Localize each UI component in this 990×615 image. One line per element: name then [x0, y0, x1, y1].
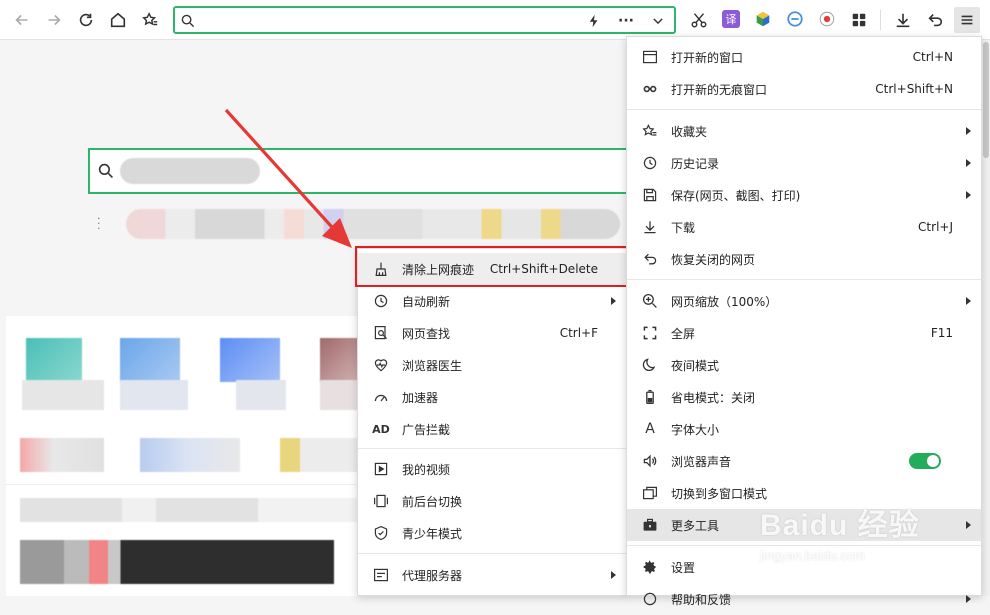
menu-item-power-save[interactable]: 省电模式：关闭: [627, 381, 981, 413]
star-list-icon: [641, 122, 659, 140]
menu-item-label: 收藏夹: [671, 124, 708, 139]
moon-icon: [641, 356, 659, 374]
menu-separator: [627, 109, 981, 110]
menu-item-downloads[interactable]: 下载 Ctrl+J: [627, 211, 981, 243]
menu-item-save[interactable]: 保存(网页、截图、打印): [627, 179, 981, 211]
menu-item-label: 切换到多窗口模式: [671, 486, 768, 501]
menu-item-label: 历史记录: [671, 156, 720, 171]
menu-item-label: 更多工具: [671, 518, 720, 533]
watermark-url: jingyan.baidu.com: [760, 548, 865, 563]
menu-item-shortcut: F11: [930, 326, 953, 340]
menu-item-label: 夜间模式: [671, 358, 720, 373]
incognito-icon: [641, 80, 659, 98]
submenu-arrow-icon: [966, 595, 971, 603]
menu-item-browser-sound[interactable]: 浏览器声音: [627, 445, 981, 477]
menu-item-label: 全屏: [671, 326, 696, 341]
download-icon: [641, 218, 659, 236]
undo-icon: [641, 250, 659, 268]
menu-item-favorites[interactable]: 收藏夹: [627, 115, 981, 147]
clock-icon: [641, 154, 659, 172]
menu-item-shortcut: Ctrl+J: [918, 220, 953, 234]
menu-item-label: 设置: [671, 560, 696, 575]
menu-item-shortcut: Ctrl+Shift+N: [875, 82, 953, 96]
window-icon: [641, 48, 659, 66]
menu-item-font-size[interactable]: A 字体大小: [627, 413, 981, 445]
menu-item-label: 下载: [671, 220, 696, 235]
menu-item-label: 恢复关闭的网页: [671, 252, 756, 267]
font-size-icon: A: [645, 421, 655, 437]
submenu-arrow-icon: [966, 297, 971, 305]
menu-item-fullscreen[interactable]: 全屏 F11: [627, 317, 981, 349]
fullscreen-icon: [641, 324, 659, 342]
menu-item-help[interactable]: 帮助和反馈: [627, 583, 981, 615]
toolbox-icon: [641, 516, 659, 534]
menu-item-history[interactable]: 历史记录: [627, 147, 981, 179]
menu-item-shortcut: Ctrl+N: [912, 50, 953, 64]
menu-item-new-window[interactable]: 打开新的窗口 Ctrl+N: [627, 41, 981, 73]
menu-item-label: 省电模式：关闭: [671, 390, 756, 405]
menu-item-night-mode[interactable]: 夜间模式: [627, 349, 981, 381]
multi-window-icon: [641, 484, 659, 502]
menu-item-new-incognito[interactable]: 打开新的无痕窗口 Ctrl+Shift+N: [627, 73, 981, 105]
menu-item-label: 帮助和反馈: [671, 592, 732, 607]
baidu-watermark: Baidu 经验 jingyan.baidu.com: [760, 500, 980, 580]
menu-item-label: 打开新的窗口: [671, 50, 744, 65]
menu-item-label: 打开新的无痕窗口: [671, 82, 768, 97]
battery-icon: [641, 388, 659, 406]
menu-item-restore-closed[interactable]: 恢复关闭的网页: [627, 243, 981, 275]
menu-item-label: 字体大小: [671, 422, 720, 437]
watermark-brand: Baidu 经验: [760, 509, 920, 542]
save-icon: [641, 186, 659, 204]
submenu-arrow-icon: [966, 191, 971, 199]
menu-item-label: 保存(网页、截图、打印): [671, 188, 801, 203]
menu-item-label: 网页缩放（100%）: [671, 294, 778, 309]
submenu-arrow-icon: [966, 159, 971, 167]
menu-item-label: 浏览器声音: [671, 454, 732, 469]
menu-item-zoom[interactable]: 网页缩放（100%）: [627, 285, 981, 317]
submenu-arrow-icon: [966, 127, 971, 135]
speaker-icon: [641, 452, 659, 470]
zoom-icon: [641, 292, 659, 310]
gear-icon: [641, 558, 659, 576]
menu-separator: [627, 279, 981, 280]
help-icon: [641, 590, 659, 608]
sound-toggle[interactable]: [909, 453, 941, 469]
